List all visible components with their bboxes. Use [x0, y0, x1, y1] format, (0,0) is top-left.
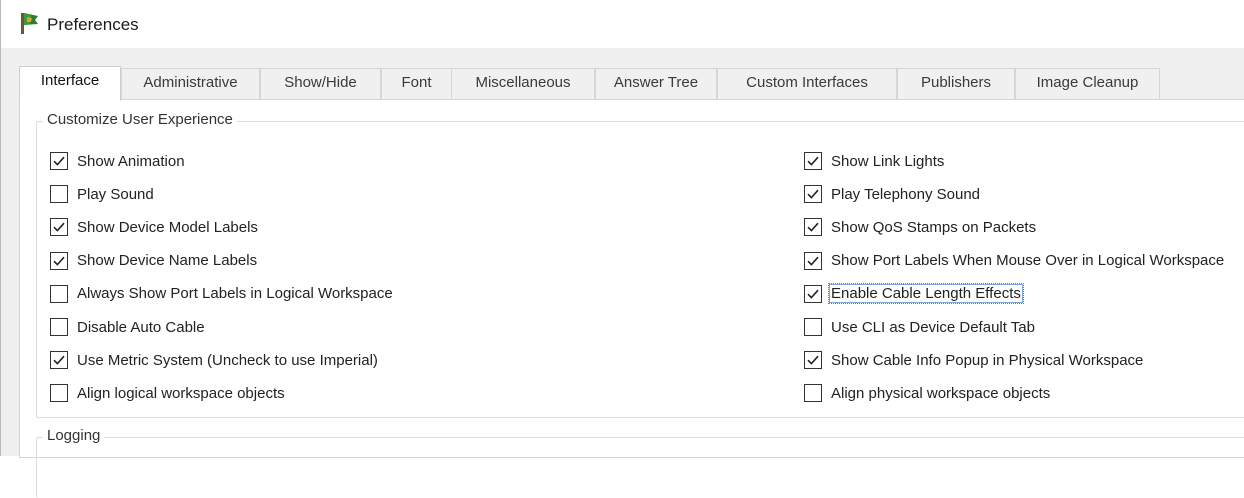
- checkbox-show-device-name-labels[interactable]: Show Device Name Labels: [50, 250, 257, 272]
- checkbox-label: Disable Auto Cable: [77, 318, 205, 336]
- checkbox-label: Show Link Lights: [831, 152, 945, 170]
- tab-label: Font: [401, 74, 432, 91]
- checkbox-label: Align physical workspace objects: [831, 384, 1051, 402]
- checkbox-label: Always Show Port Labels in Logical Works…: [77, 285, 393, 303]
- checkbox-unchecked-icon[interactable]: [50, 284, 68, 303]
- checkbox-label: Align logical workspace objects: [77, 384, 285, 402]
- checkbox-show-cable-info-popup-in-physical-workspace[interactable]: Show Cable Info Popup in Physical Worksp…: [804, 349, 1143, 371]
- tab-label: Interface: [40, 72, 100, 89]
- checkbox-checked-icon[interactable]: [50, 218, 68, 237]
- tab-label: Administrative: [143, 74, 238, 91]
- checkbox-show-port-labels-when-mouse-over-in-logical-workspace[interactable]: Show Port Labels When Mouse Over in Logi…: [804, 250, 1224, 272]
- checkbox-label: Show Device Name Labels: [77, 252, 258, 270]
- tab-strip: Interface Administrative Show/Hide Font Misc…: [19, 66, 1244, 101]
- dialog-client: Interface Administrative Show/Hide Font Misc…: [1, 48, 1244, 498]
- checkbox-checked-icon[interactable]: [804, 152, 822, 170]
- customize-user-experience-group: Customize User Experience Show Animation…: [36, 111, 1244, 418]
- checkbox-always-show-port-labels-in-logical-workspace[interactable]: Always Show Port Labels in Logical Works…: [50, 283, 393, 305]
- checkbox-checked-icon[interactable]: [804, 284, 822, 303]
- checkbox-unchecked-icon[interactable]: [50, 318, 68, 336]
- preferences-window: Preferences Interface Administrative Show/…: [0, 0, 1244, 498]
- tab-administrative[interactable]: Administrative: [121, 68, 260, 99]
- tab-show-hide[interactable]: Show/Hide: [260, 68, 381, 99]
- checkbox-label: Show Animation: [77, 152, 185, 170]
- checkbox-show-animation[interactable]: Show Animation: [50, 150, 185, 172]
- checkbox-checked-icon[interactable]: [50, 152, 68, 170]
- checkbox-use-metric-system-uncheck-to-use-imperial[interactable]: Use Metric System (Uncheck to use Imperi…: [50, 349, 378, 371]
- checkbox-checked-icon[interactable]: [804, 218, 822, 237]
- tab-label: Show/Hide: [284, 74, 357, 91]
- group-title: Customize User Experience: [43, 111, 237, 128]
- app-icon: [18, 11, 40, 35]
- checkbox-unchecked-icon[interactable]: [50, 185, 68, 204]
- tab-label: Custom Interfaces: [746, 74, 868, 91]
- tab-label: Image Cleanup: [1036, 74, 1139, 91]
- checkbox-label: Show Device Model Labels: [77, 218, 258, 236]
- tab-miscellaneous[interactable]: Miscellaneous: [451, 68, 595, 99]
- checkbox-unchecked-icon[interactable]: [804, 384, 822, 403]
- title-bar[interactable]: Preferences: [1, 0, 1244, 48]
- tab-font[interactable]: Font: [381, 68, 452, 99]
- checkbox-label: Show QoS Stamps on Packets: [831, 218, 1037, 236]
- checkbox-use-cli-as-device-default-tab[interactable]: Use CLI as Device Default Tab: [804, 316, 1035, 338]
- window-title: Preferences: [47, 15, 139, 34]
- checkbox-unchecked-icon[interactable]: [50, 384, 68, 403]
- checkbox-play-sound[interactable]: Play Sound: [50, 183, 154, 205]
- tab-answer-tree[interactable]: Answer Tree: [595, 68, 717, 99]
- tab-interface[interactable]: Interface: [19, 66, 121, 101]
- tab-label: Answer Tree: [613, 74, 699, 91]
- checkbox-label: Play Sound: [77, 185, 154, 203]
- tab-page-interface: Customize User Experience Show Animation…: [19, 99, 1244, 498]
- checkbox-align-physical-workspace-objects[interactable]: Align physical workspace objects: [804, 382, 1050, 404]
- tab-custom-interfaces[interactable]: Custom Interfaces: [717, 68, 897, 99]
- checkbox-label: Show Cable Info Popup in Physical Worksp…: [831, 351, 1144, 369]
- checkbox-play-telephony-sound[interactable]: Play Telephony Sound: [804, 183, 980, 205]
- checkbox-checked-icon[interactable]: [804, 251, 822, 270]
- tab-image-cleanup[interactable]: Image Cleanup: [1015, 68, 1160, 99]
- checkbox-checked-icon[interactable]: [804, 185, 822, 204]
- checkbox-unchecked-icon[interactable]: [804, 318, 822, 336]
- checkbox-show-qos-stamps-on-packets[interactable]: Show QoS Stamps on Packets: [804, 216, 1036, 238]
- checkbox-label: Show Port Labels When Mouse Over in Logi…: [831, 252, 1225, 270]
- logging-group: Logging: [36, 427, 1244, 498]
- checkbox-label: Play Telephony Sound: [831, 185, 981, 203]
- tab-publishers[interactable]: Publishers: [897, 68, 1015, 99]
- tab-label: Miscellaneous: [475, 74, 571, 91]
- checkbox-show-device-model-labels[interactable]: Show Device Model Labels: [50, 216, 258, 238]
- tab-label: Publishers: [920, 74, 992, 91]
- checkbox-align-logical-workspace-objects[interactable]: Align logical workspace objects: [50, 382, 285, 404]
- checkbox-checked-icon[interactable]: [50, 251, 68, 270]
- checkbox-checked-icon[interactable]: [50, 351, 68, 370]
- checkbox-show-link-lights[interactable]: Show Link Lights: [804, 150, 944, 172]
- checkbox-label: Enable Cable Length Effects: [828, 283, 1024, 305]
- checkbox-label: Use CLI as Device Default Tab: [831, 318, 1035, 336]
- checkbox-checked-icon[interactable]: [804, 351, 822, 370]
- group-title: Logging: [43, 427, 105, 444]
- checkbox-enable-cable-length-effects[interactable]: Enable Cable Length Effects: [804, 283, 1024, 305]
- checkbox-disable-auto-cable[interactable]: Disable Auto Cable: [50, 316, 205, 338]
- checkbox-label: Use Metric System (Uncheck to use Imperi…: [77, 351, 378, 369]
